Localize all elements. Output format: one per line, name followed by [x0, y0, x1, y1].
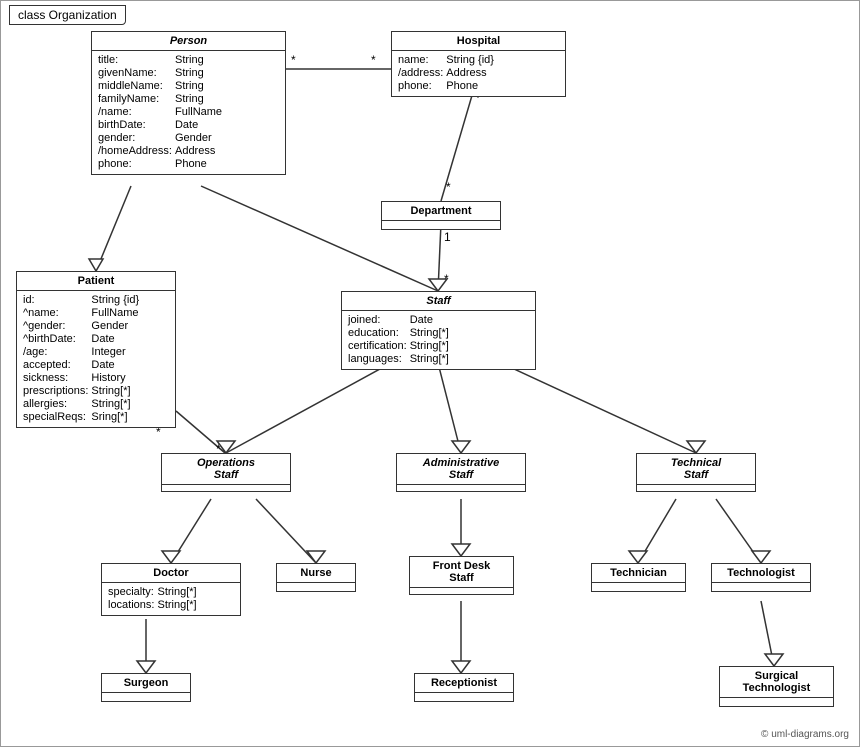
class-admin-staff: AdministrativeStaff: [396, 453, 526, 492]
class-patient: Patient id:String {id} ^name:FullName ^g…: [16, 271, 176, 428]
svg-text:*: *: [444, 272, 449, 286]
class-nurse-title: Nurse: [277, 564, 355, 583]
class-front-desk: Front DeskStaff: [409, 556, 514, 595]
class-technician-body: [592, 583, 685, 591]
class-doctor: Doctor specialty:String[*] locations:Str…: [101, 563, 241, 616]
class-ops-staff-body: [162, 485, 290, 491]
class-person: Person title:String givenName:String mid…: [91, 31, 286, 175]
class-person-title: Person: [92, 32, 285, 51]
class-surgeon-body: [102, 693, 190, 701]
class-front-desk-body: [410, 588, 513, 594]
svg-text:*: *: [291, 53, 296, 67]
copyright: © uml-diagrams.org: [761, 729, 849, 740]
class-ops-staff: OperationsStaff: [161, 453, 291, 492]
class-department: Department: [381, 201, 501, 230]
class-hospital-title: Hospital: [392, 32, 565, 51]
class-nurse: Nurse: [276, 563, 356, 592]
class-technician: Technician: [591, 563, 686, 592]
class-department-body: [382, 221, 500, 229]
class-hospital: Hospital name:String {id} /address:Addre…: [391, 31, 566, 97]
class-front-desk-title: Front DeskStaff: [410, 557, 513, 588]
class-nurse-body: [277, 583, 355, 591]
class-person-body: title:String givenName:String middleName…: [92, 51, 285, 174]
diagram-title: class Organization: [9, 5, 126, 25]
class-receptionist: Receptionist: [414, 673, 514, 702]
class-doctor-title: Doctor: [102, 564, 240, 583]
class-surgical-technologist-title: SurgicalTechnologist: [720, 667, 833, 698]
diagram-container: class Organization * 1 1 * * * * *: [0, 0, 860, 747]
class-admin-staff-title: AdministrativeStaff: [397, 454, 525, 485]
class-surgeon-title: Surgeon: [102, 674, 190, 693]
class-technologist: Technologist: [711, 563, 811, 592]
svg-text:1: 1: [444, 230, 451, 244]
class-technologist-body: [712, 583, 810, 591]
class-surgeon: Surgeon: [101, 673, 191, 702]
class-doctor-body: specialty:String[*] locations:String[*]: [102, 583, 240, 615]
class-staff-body: joined:Date education:String[*] certific…: [342, 311, 535, 369]
class-technologist-title: Technologist: [712, 564, 810, 583]
class-staff: Staff joined:Date education:String[*] ce…: [341, 291, 536, 370]
class-surgical-technologist-body: [720, 698, 833, 706]
class-technician-title: Technician: [592, 564, 685, 583]
svg-text:*: *: [371, 53, 376, 67]
class-surgical-technologist: SurgicalTechnologist: [719, 666, 834, 707]
class-tech-staff-body: [637, 485, 755, 491]
class-patient-body: id:String {id} ^name:FullName ^gender:Ge…: [17, 291, 175, 427]
class-admin-staff-body: [397, 485, 525, 491]
class-tech-staff-title: TechnicalStaff: [637, 454, 755, 485]
svg-text:*: *: [446, 180, 451, 194]
class-receptionist-body: [415, 693, 513, 701]
class-ops-staff-title: OperationsStaff: [162, 454, 290, 485]
class-patient-title: Patient: [17, 272, 175, 291]
class-staff-title: Staff: [342, 292, 535, 311]
class-hospital-body: name:String {id} /address:Address phone:…: [392, 51, 565, 96]
class-receptionist-title: Receptionist: [415, 674, 513, 693]
class-tech-staff: TechnicalStaff: [636, 453, 756, 492]
class-department-title: Department: [382, 202, 500, 221]
